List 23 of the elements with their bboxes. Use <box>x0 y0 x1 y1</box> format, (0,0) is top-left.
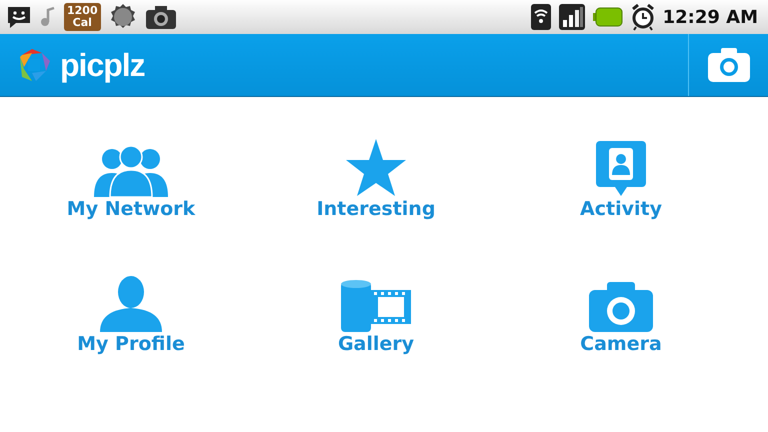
camera-icon <box>588 282 653 332</box>
calorie-badge: 1200 Cal <box>64 3 101 31</box>
star-icon <box>346 139 406 197</box>
message-icon <box>6 4 32 30</box>
menu-tile[interactable]: My Profile <box>77 274 185 355</box>
person-icon <box>100 276 162 332</box>
signal-icon <box>558 4 585 30</box>
wifi-icon <box>530 4 551 30</box>
camera-icon <box>144 4 177 30</box>
music-note-icon <box>40 6 56 28</box>
app-title: picplz <box>60 49 145 81</box>
film-roll-icon <box>341 280 411 332</box>
alarm-clock-icon <box>630 3 655 31</box>
menu-tile[interactable]: Camera <box>580 274 662 355</box>
clock-time: 12:29 AM <box>662 6 758 30</box>
menu-tile[interactable]: Interesting <box>316 139 436 220</box>
battery-icon <box>592 7 623 27</box>
menu-tile[interactable]: Gallery <box>338 274 414 355</box>
camera-icon <box>708 48 750 82</box>
menu-tile[interactable]: My Network <box>66 139 196 220</box>
contact-card-icon <box>596 141 646 197</box>
people-icon <box>92 145 170 197</box>
menu-tile[interactable]: Activity <box>580 139 662 220</box>
